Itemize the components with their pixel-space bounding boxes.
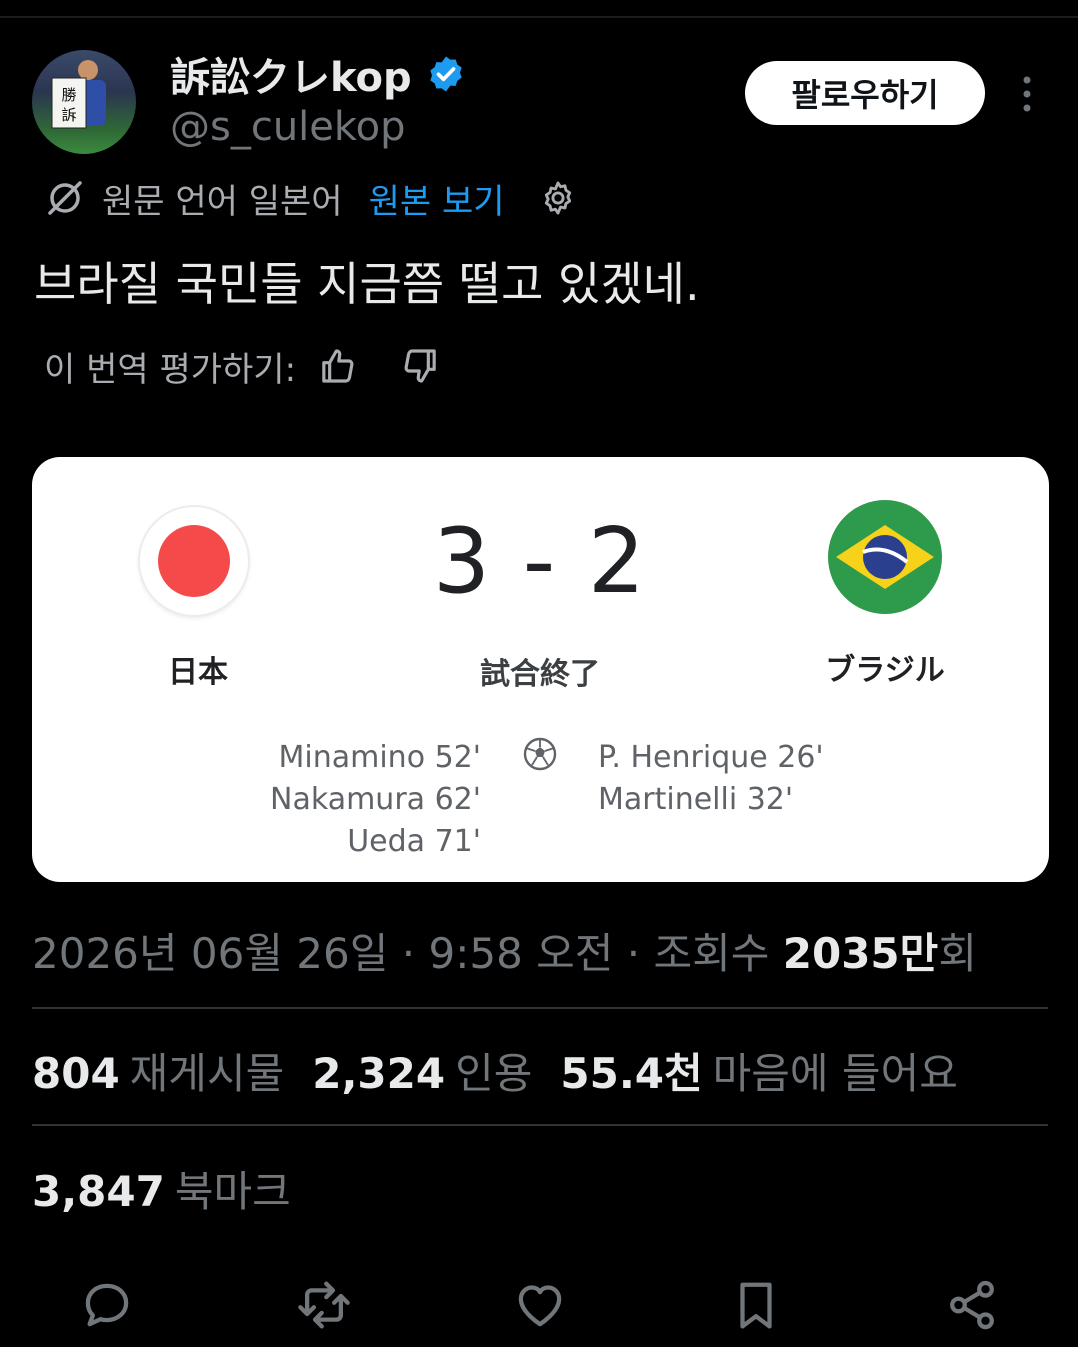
more-icon[interactable] <box>1014 72 1040 116</box>
match-score: 3 - 2 <box>432 509 648 614</box>
rate-translation-row: 이 번역 평가하기: <box>44 340 440 392</box>
divider <box>32 1124 1048 1126</box>
views-count: 2035만 <box>782 929 939 978</box>
bookmarks-label[interactable]: 북마크 <box>175 1167 291 1216</box>
match-card[interactable]: 3 - 2 日本 試合終了 ブラジル Minamino 52' Nakamura… <box>32 457 1049 882</box>
avatar-sign-bottom: 訴 <box>61 106 76 124</box>
translation-source-label: 원문 언어 일본어 <box>102 181 343 222</box>
likes-label[interactable]: 마음에 들어요 <box>713 1049 958 1098</box>
display-name-row[interactable]: 訴訟クレkop <box>170 45 466 103</box>
thumbs-up-icon[interactable] <box>318 346 358 386</box>
quotes-count[interactable]: 2,324 <box>312 1049 445 1098</box>
tweet-text: 브라질 국민들 지금쯤 떨고 있겠네. <box>34 257 700 311</box>
away-team-name: ブラジル <box>825 653 945 688</box>
thumbs-down-icon[interactable] <box>400 346 440 386</box>
reposts-count[interactable]: 804 <box>32 1049 120 1098</box>
repost-icon[interactable] <box>297 1278 351 1332</box>
tweet-date[interactable]: 2026년 06월 26일 <box>32 929 388 978</box>
translate-icon <box>48 181 82 215</box>
likes-count[interactable]: 55.4천 <box>560 1049 702 1098</box>
follow-button[interactable]: 팔로우하기 <box>745 61 985 125</box>
user-handle[interactable]: @s_culekop <box>170 104 406 150</box>
bookmark-icon[interactable] <box>729 1278 783 1332</box>
display-name[interactable]: 訴訟クレkop <box>170 45 412 103</box>
away-scorers: P. Henrique 26' Martinelli 32' <box>598 737 824 821</box>
divider <box>32 1007 1048 1009</box>
translation-bar: 원문 언어 일본어 원본 보기 <box>44 174 577 222</box>
meta-separator: · <box>388 929 429 978</box>
tweet-time[interactable]: 9:58 오전 <box>428 929 613 978</box>
match-status: 試合終了 <box>480 657 600 692</box>
avatar-sign-top: 勝 <box>61 86 76 104</box>
views-suffix: 회 <box>938 929 977 978</box>
home-scorer: Minamino 52' <box>278 740 482 775</box>
avatar-image: 勝 訴 <box>51 60 106 129</box>
reposts-label[interactable]: 재게시물 <box>130 1049 285 1098</box>
home-scorer: Ueda 71' <box>347 824 481 859</box>
avatar[interactable]: 勝 訴 <box>32 50 136 154</box>
views-label: 조회수 <box>653 929 770 978</box>
rate-translation-label: 이 번역 평가하기: <box>44 349 297 390</box>
verified-badge-icon <box>429 56 462 92</box>
away-scorer: P. Henrique 26' <box>598 740 824 775</box>
japan-flag-icon <box>140 507 248 615</box>
bookmarks-stat: 3,847 북마크 <box>32 1158 291 1219</box>
bookmarks-count[interactable]: 3,847 <box>32 1167 165 1216</box>
tweet-meta: 2026년 06월 26일 · 9:58 오전 · 조회수 2035만회 <box>32 920 977 981</box>
home-team-name: 日本 <box>168 655 228 690</box>
brazil-flag-icon <box>828 500 942 614</box>
view-original-link[interactable]: 원본 보기 <box>369 174 505 223</box>
meta-separator: · <box>613 929 654 978</box>
like-icon[interactable] <box>513 1278 567 1332</box>
home-scorers: Minamino 52' Nakamura 62' Ueda 71' <box>270 737 481 863</box>
engagement-stats: 804 재게시물 2,324 인용 55.4천 마음에 들어요 <box>32 1040 986 1101</box>
home-scorer: Nakamura 62' <box>270 782 481 817</box>
reply-icon[interactable] <box>80 1278 134 1332</box>
away-scorer: Martinelli 32' <box>598 782 794 817</box>
soccer-ball-icon <box>523 737 557 771</box>
japan-flag-sun <box>158 525 230 597</box>
share-icon[interactable] <box>945 1278 999 1332</box>
top-divider <box>0 16 1078 18</box>
gear-icon[interactable] <box>539 179 577 217</box>
quotes-label[interactable]: 인용 <box>455 1049 532 1098</box>
